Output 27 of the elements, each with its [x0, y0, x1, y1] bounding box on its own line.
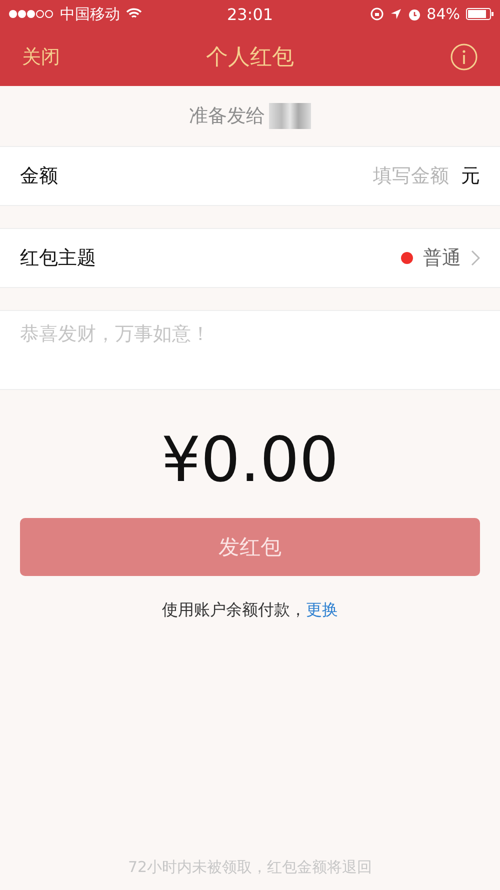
info-icon[interactable] — [450, 43, 478, 71]
blurred-name — [269, 103, 311, 129]
change-link[interactable]: 更换 — [306, 600, 338, 619]
status-time: 23:01 — [226, 4, 274, 24]
greeting-field[interactable]: 恭喜发财，万事如意！ — [0, 310, 500, 390]
total-amount: ¥0.00 — [160, 424, 340, 496]
wifi-icon — [126, 8, 142, 20]
amount-field[interactable]: 填写金额 — [68, 164, 451, 188]
amount-row[interactable]: 金额 填写金额 元 — [0, 146, 500, 206]
location-icon — [390, 8, 402, 20]
amount-label: 金额 — [20, 164, 58, 189]
theme-label: 红包主题 — [20, 246, 97, 271]
theme-value: 普通 — [423, 246, 461, 271]
alarm-icon — [408, 8, 421, 20]
theme-dot-icon — [401, 252, 413, 264]
recipient-label: 准备发给 — [189, 104, 265, 129]
unit-label: 元 — [461, 164, 480, 189]
payment-text: 使用账户余额付款， — [162, 600, 306, 619]
theme-row[interactable]: 红包主题 普通 — [0, 228, 500, 288]
battery-icon — [466, 8, 494, 20]
signal-icon — [8, 9, 54, 19]
rotation-lock-icon — [370, 7, 384, 21]
chevron-icon — [471, 250, 480, 266]
carrier-name: 中国移动 — [60, 4, 120, 24]
battery-percent: 84% — [426, 5, 460, 23]
close-button[interactable]: 关闭 — [22, 44, 60, 70]
page-title: 个人红包 — [206, 44, 294, 72]
